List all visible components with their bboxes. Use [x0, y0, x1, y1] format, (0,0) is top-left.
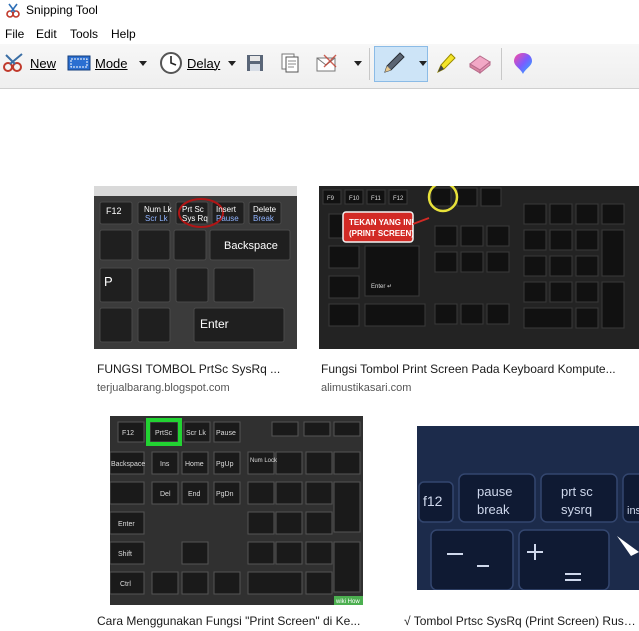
- key-label: break: [477, 502, 510, 517]
- menu-tools[interactable]: Tools: [70, 26, 98, 42]
- key-label: Num Lock: [250, 458, 278, 464]
- result-title-2[interactable]: Fungsi Tombol Print Screen Pada Keyboard…: [321, 362, 631, 376]
- result-title-3[interactable]: Cara Menggunakan Fungsi "Print Screen" d…: [97, 614, 372, 628]
- toolbar: New Mode Delay: [0, 44, 639, 89]
- pen-button[interactable]: [382, 50, 406, 76]
- save-icon: [247, 55, 263, 71]
- delay-label: Delay: [187, 55, 221, 71]
- key-label: F10: [349, 196, 360, 202]
- key-label: Scr Lk: [186, 430, 206, 437]
- result-title-1[interactable]: FUNGSI TOMBOL PrtSc SysRq ...: [97, 362, 297, 376]
- key-label: PgDn: [216, 491, 234, 498]
- key-label: Ins: [160, 461, 170, 468]
- mode-button[interactable]: Mode: [67, 50, 128, 76]
- key-label: Scr Lk: [145, 214, 169, 223]
- result-image-4[interactable]: f12 pause break prt sc sysrq ins: [417, 426, 639, 590]
- result-source-1[interactable]: terjualbarang.blogspot.com: [97, 382, 230, 394]
- key-label: Backspace: [224, 240, 278, 252]
- menu-help[interactable]: Help: [111, 26, 136, 42]
- pen-icon: [384, 52, 405, 73]
- highlighter-button[interactable]: [434, 50, 458, 76]
- key-label: Ctrl: [120, 581, 131, 588]
- key-label: f12: [423, 493, 443, 509]
- result-title-4[interactable]: √ Tombol Prtsc SysRq (Print Screen) Rusa…: [404, 614, 639, 628]
- key-label: Break: [253, 214, 275, 223]
- key-label: F12: [393, 196, 404, 202]
- result-source-2[interactable]: alimustikasari.com: [321, 382, 411, 394]
- key-label: F12: [122, 430, 134, 437]
- new-label: New: [30, 55, 57, 71]
- mode-dropdown-arrow[interactable]: [136, 50, 150, 76]
- key-label: pause: [477, 484, 512, 499]
- toolbar-separator: [369, 48, 370, 80]
- delay-button[interactable]: Delay: [159, 50, 220, 76]
- wikihow-watermark: wiki How: [335, 599, 360, 605]
- key-label: prt sc: [561, 484, 593, 499]
- send-dropdown-arrow[interactable]: [351, 50, 365, 76]
- key-label: sysrq: [561, 502, 592, 517]
- send-snip-button[interactable]: [314, 50, 340, 76]
- paint3d-button[interactable]: [512, 50, 534, 76]
- key-label: P: [104, 274, 113, 289]
- snip-content-area: F12 Num Lk Scr Lk Prt Sc Sys Rq Insert P…: [0, 89, 639, 631]
- key-label: Enter ↵: [371, 284, 392, 290]
- eraser-icon: [469, 55, 491, 74]
- callout-line-2: (PRINT SCREEN): [349, 229, 414, 238]
- key-label: Backspace: [111, 461, 145, 468]
- key-label: Enter: [200, 317, 229, 331]
- title-bar: Snipping Tool: [0, 0, 639, 22]
- save-button[interactable]: [245, 50, 265, 76]
- window-title: Snipping Tool: [26, 3, 98, 17]
- key-label: F9: [327, 196, 335, 202]
- menu-bar: File Edit Tools Help: [0, 24, 639, 44]
- delay-dropdown-arrow[interactable]: [225, 50, 239, 76]
- result-image-1[interactable]: F12 Num Lk Scr Lk Prt Sc Sys Rq Insert P…: [94, 186, 297, 349]
- menu-file[interactable]: File: [5, 26, 24, 42]
- key-label: Home: [185, 461, 204, 468]
- key-label: PgUp: [216, 461, 234, 468]
- eraser-button[interactable]: [467, 50, 493, 76]
- menu-edit[interactable]: Edit: [36, 26, 57, 42]
- pen-dropdown-arrow[interactable]: [416, 50, 430, 76]
- key-label: Insert: [216, 205, 237, 214]
- result-image-2[interactable]: TEKAN YANG INI (PRINT SCREEN) F9 F10 F11…: [319, 186, 639, 349]
- email-icon: [316, 54, 337, 72]
- key-label: PrtSc: [155, 430, 173, 437]
- snipping-tool-icon: [6, 3, 20, 18]
- scissors-icon: [3, 53, 23, 72]
- key-label: Num Lk: [144, 205, 173, 214]
- clock-icon: [160, 52, 182, 74]
- paint3d-icon: [514, 53, 532, 74]
- result-image-3[interactable]: F12 PrtSc Scr Lk Pause Backspace Ins Hom…: [110, 416, 363, 605]
- callout-line-1: TEKAN YANG INI: [349, 218, 413, 227]
- new-button[interactable]: New: [2, 50, 56, 76]
- mode-icon: [67, 55, 91, 71]
- key-label: Pause: [216, 214, 239, 223]
- copy-icon: [281, 53, 299, 73]
- key-label: Sys Rq: [182, 214, 208, 223]
- key-label: Delete: [253, 205, 277, 214]
- key-label: ins: [627, 505, 639, 517]
- key-label: Del: [160, 491, 171, 498]
- highlighter-icon: [437, 53, 456, 74]
- key-label: End: [188, 491, 201, 498]
- key-label: Shift: [118, 551, 132, 558]
- toolbar-separator-2: [501, 48, 502, 80]
- copy-button[interactable]: [279, 50, 301, 76]
- key-label: Enter: [118, 521, 135, 528]
- key-label: F12: [106, 206, 122, 216]
- mode-label: Mode: [95, 55, 128, 71]
- key-label: Pause: [216, 430, 236, 437]
- key-label: F11: [371, 196, 382, 202]
- key-label: Prt Sc: [182, 205, 204, 214]
